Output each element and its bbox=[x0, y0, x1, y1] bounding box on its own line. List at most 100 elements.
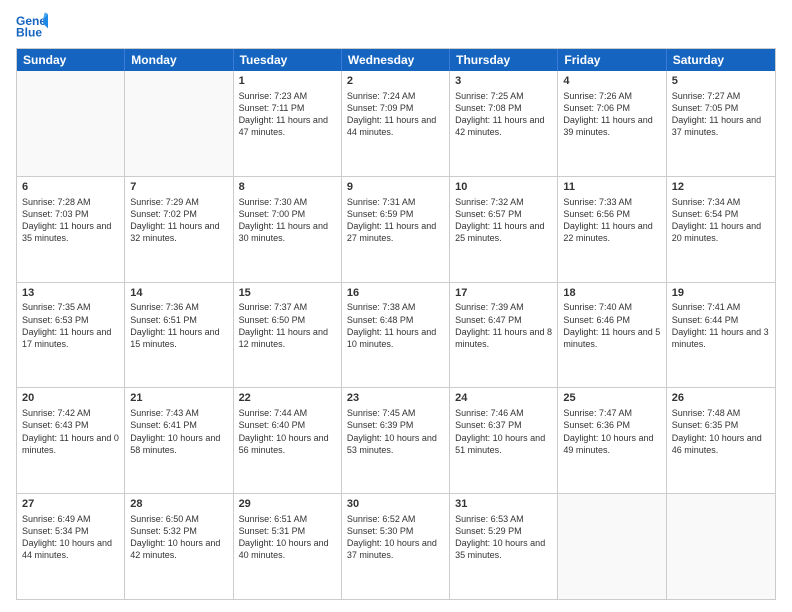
day-number: 29 bbox=[239, 497, 336, 512]
calendar-cell: 31Sunrise: 6:53 AMSunset: 5:29 PMDayligh… bbox=[450, 494, 558, 599]
calendar-cell: 9Sunrise: 7:31 AMSunset: 6:59 PMDaylight… bbox=[342, 177, 450, 282]
calendar-cell: 3Sunrise: 7:25 AMSunset: 7:08 PMDaylight… bbox=[450, 71, 558, 176]
calendar-cell bbox=[125, 71, 233, 176]
day-info: Sunrise: 7:43 AMSunset: 6:41 PMDaylight:… bbox=[130, 407, 227, 456]
calendar-week-1: 1Sunrise: 7:23 AMSunset: 7:11 PMDaylight… bbox=[17, 71, 775, 176]
day-header-wednesday: Wednesday bbox=[342, 49, 450, 71]
calendar-cell: 20Sunrise: 7:42 AMSunset: 6:43 PMDayligh… bbox=[17, 388, 125, 493]
day-info: Sunrise: 6:50 AMSunset: 5:32 PMDaylight:… bbox=[130, 513, 227, 562]
day-info: Sunrise: 6:53 AMSunset: 5:29 PMDaylight:… bbox=[455, 513, 552, 562]
day-info: Sunrise: 7:48 AMSunset: 6:35 PMDaylight:… bbox=[672, 407, 770, 456]
day-info: Sunrise: 7:45 AMSunset: 6:39 PMDaylight:… bbox=[347, 407, 444, 456]
day-number: 14 bbox=[130, 286, 227, 301]
day-header-friday: Friday bbox=[558, 49, 666, 71]
calendar-cell: 15Sunrise: 7:37 AMSunset: 6:50 PMDayligh… bbox=[234, 283, 342, 388]
day-info: Sunrise: 7:28 AMSunset: 7:03 PMDaylight:… bbox=[22, 196, 119, 245]
calendar-week-4: 20Sunrise: 7:42 AMSunset: 6:43 PMDayligh… bbox=[17, 387, 775, 493]
calendar-cell: 23Sunrise: 7:45 AMSunset: 6:39 PMDayligh… bbox=[342, 388, 450, 493]
day-info: Sunrise: 7:27 AMSunset: 7:05 PMDaylight:… bbox=[672, 90, 770, 139]
svg-text:Blue: Blue bbox=[16, 25, 42, 39]
calendar-cell: 7Sunrise: 7:29 AMSunset: 7:02 PMDaylight… bbox=[125, 177, 233, 282]
calendar-cell: 19Sunrise: 7:41 AMSunset: 6:44 PMDayligh… bbox=[667, 283, 775, 388]
day-info: Sunrise: 6:49 AMSunset: 5:34 PMDaylight:… bbox=[22, 513, 119, 562]
day-info: Sunrise: 7:39 AMSunset: 6:47 PMDaylight:… bbox=[455, 301, 552, 350]
day-number: 23 bbox=[347, 391, 444, 406]
day-info: Sunrise: 7:26 AMSunset: 7:06 PMDaylight:… bbox=[563, 90, 660, 139]
day-number: 28 bbox=[130, 497, 227, 512]
day-number: 6 bbox=[22, 180, 119, 195]
calendar: SundayMondayTuesdayWednesdayThursdayFrid… bbox=[16, 48, 776, 600]
day-info: Sunrise: 7:32 AMSunset: 6:57 PMDaylight:… bbox=[455, 196, 552, 245]
day-info: Sunrise: 7:24 AMSunset: 7:09 PMDaylight:… bbox=[347, 90, 444, 139]
calendar-cell: 2Sunrise: 7:24 AMSunset: 7:09 PMDaylight… bbox=[342, 71, 450, 176]
day-header-saturday: Saturday bbox=[667, 49, 775, 71]
day-number: 13 bbox=[22, 286, 119, 301]
day-number: 20 bbox=[22, 391, 119, 406]
calendar-cell: 11Sunrise: 7:33 AMSunset: 6:56 PMDayligh… bbox=[558, 177, 666, 282]
day-info: Sunrise: 6:51 AMSunset: 5:31 PMDaylight:… bbox=[239, 513, 336, 562]
day-number: 27 bbox=[22, 497, 119, 512]
calendar-cell: 1Sunrise: 7:23 AMSunset: 7:11 PMDaylight… bbox=[234, 71, 342, 176]
logo-icon: General Blue bbox=[16, 12, 48, 40]
calendar-cell: 8Sunrise: 7:30 AMSunset: 7:00 PMDaylight… bbox=[234, 177, 342, 282]
day-header-tuesday: Tuesday bbox=[234, 49, 342, 71]
calendar-cell: 21Sunrise: 7:43 AMSunset: 6:41 PMDayligh… bbox=[125, 388, 233, 493]
day-number: 9 bbox=[347, 180, 444, 195]
day-info: Sunrise: 7:37 AMSunset: 6:50 PMDaylight:… bbox=[239, 301, 336, 350]
day-info: Sunrise: 7:31 AMSunset: 6:59 PMDaylight:… bbox=[347, 196, 444, 245]
day-info: Sunrise: 7:42 AMSunset: 6:43 PMDaylight:… bbox=[22, 407, 119, 456]
day-info: Sunrise: 6:52 AMSunset: 5:30 PMDaylight:… bbox=[347, 513, 444, 562]
calendar-cell bbox=[558, 494, 666, 599]
calendar-cell: 10Sunrise: 7:32 AMSunset: 6:57 PMDayligh… bbox=[450, 177, 558, 282]
calendar-week-2: 6Sunrise: 7:28 AMSunset: 7:03 PMDaylight… bbox=[17, 176, 775, 282]
day-info: Sunrise: 7:30 AMSunset: 7:00 PMDaylight:… bbox=[239, 196, 336, 245]
calendar-cell: 29Sunrise: 6:51 AMSunset: 5:31 PMDayligh… bbox=[234, 494, 342, 599]
day-number: 17 bbox=[455, 286, 552, 301]
calendar-cell: 27Sunrise: 6:49 AMSunset: 5:34 PMDayligh… bbox=[17, 494, 125, 599]
day-number: 31 bbox=[455, 497, 552, 512]
day-number: 12 bbox=[672, 180, 770, 195]
calendar-cell: 5Sunrise: 7:27 AMSunset: 7:05 PMDaylight… bbox=[667, 71, 775, 176]
calendar-cell: 24Sunrise: 7:46 AMSunset: 6:37 PMDayligh… bbox=[450, 388, 558, 493]
day-number: 11 bbox=[563, 180, 660, 195]
day-info: Sunrise: 7:25 AMSunset: 7:08 PMDaylight:… bbox=[455, 90, 552, 139]
day-number: 22 bbox=[239, 391, 336, 406]
day-number: 26 bbox=[672, 391, 770, 406]
calendar-cell: 12Sunrise: 7:34 AMSunset: 6:54 PMDayligh… bbox=[667, 177, 775, 282]
day-info: Sunrise: 7:41 AMSunset: 6:44 PMDaylight:… bbox=[672, 301, 770, 350]
day-info: Sunrise: 7:35 AMSunset: 6:53 PMDaylight:… bbox=[22, 301, 119, 350]
calendar-cell: 28Sunrise: 6:50 AMSunset: 5:32 PMDayligh… bbox=[125, 494, 233, 599]
calendar-cell: 4Sunrise: 7:26 AMSunset: 7:06 PMDaylight… bbox=[558, 71, 666, 176]
day-info: Sunrise: 7:34 AMSunset: 6:54 PMDaylight:… bbox=[672, 196, 770, 245]
day-number: 25 bbox=[563, 391, 660, 406]
day-number: 1 bbox=[239, 74, 336, 89]
day-number: 21 bbox=[130, 391, 227, 406]
calendar-cell bbox=[17, 71, 125, 176]
day-number: 16 bbox=[347, 286, 444, 301]
page: General Blue SundayMondayTuesdayWednesda… bbox=[0, 0, 792, 612]
day-number: 10 bbox=[455, 180, 552, 195]
calendar-cell: 6Sunrise: 7:28 AMSunset: 7:03 PMDaylight… bbox=[17, 177, 125, 282]
day-info: Sunrise: 7:29 AMSunset: 7:02 PMDaylight:… bbox=[130, 196, 227, 245]
logo: General Blue bbox=[16, 12, 48, 40]
calendar-week-3: 13Sunrise: 7:35 AMSunset: 6:53 PMDayligh… bbox=[17, 282, 775, 388]
day-info: Sunrise: 7:38 AMSunset: 6:48 PMDaylight:… bbox=[347, 301, 444, 350]
day-info: Sunrise: 7:36 AMSunset: 6:51 PMDaylight:… bbox=[130, 301, 227, 350]
calendar-header-row: SundayMondayTuesdayWednesdayThursdayFrid… bbox=[17, 49, 775, 71]
calendar-cell: 25Sunrise: 7:47 AMSunset: 6:36 PMDayligh… bbox=[558, 388, 666, 493]
calendar-cell: 18Sunrise: 7:40 AMSunset: 6:46 PMDayligh… bbox=[558, 283, 666, 388]
day-info: Sunrise: 7:44 AMSunset: 6:40 PMDaylight:… bbox=[239, 407, 336, 456]
day-number: 24 bbox=[455, 391, 552, 406]
calendar-body: 1Sunrise: 7:23 AMSunset: 7:11 PMDaylight… bbox=[17, 71, 775, 599]
day-number: 8 bbox=[239, 180, 336, 195]
calendar-cell: 22Sunrise: 7:44 AMSunset: 6:40 PMDayligh… bbox=[234, 388, 342, 493]
day-number: 7 bbox=[130, 180, 227, 195]
day-header-sunday: Sunday bbox=[17, 49, 125, 71]
calendar-cell: 14Sunrise: 7:36 AMSunset: 6:51 PMDayligh… bbox=[125, 283, 233, 388]
day-info: Sunrise: 7:23 AMSunset: 7:11 PMDaylight:… bbox=[239, 90, 336, 139]
day-number: 30 bbox=[347, 497, 444, 512]
day-number: 5 bbox=[672, 74, 770, 89]
day-number: 4 bbox=[563, 74, 660, 89]
day-info: Sunrise: 7:40 AMSunset: 6:46 PMDaylight:… bbox=[563, 301, 660, 350]
day-info: Sunrise: 7:47 AMSunset: 6:36 PMDaylight:… bbox=[563, 407, 660, 456]
